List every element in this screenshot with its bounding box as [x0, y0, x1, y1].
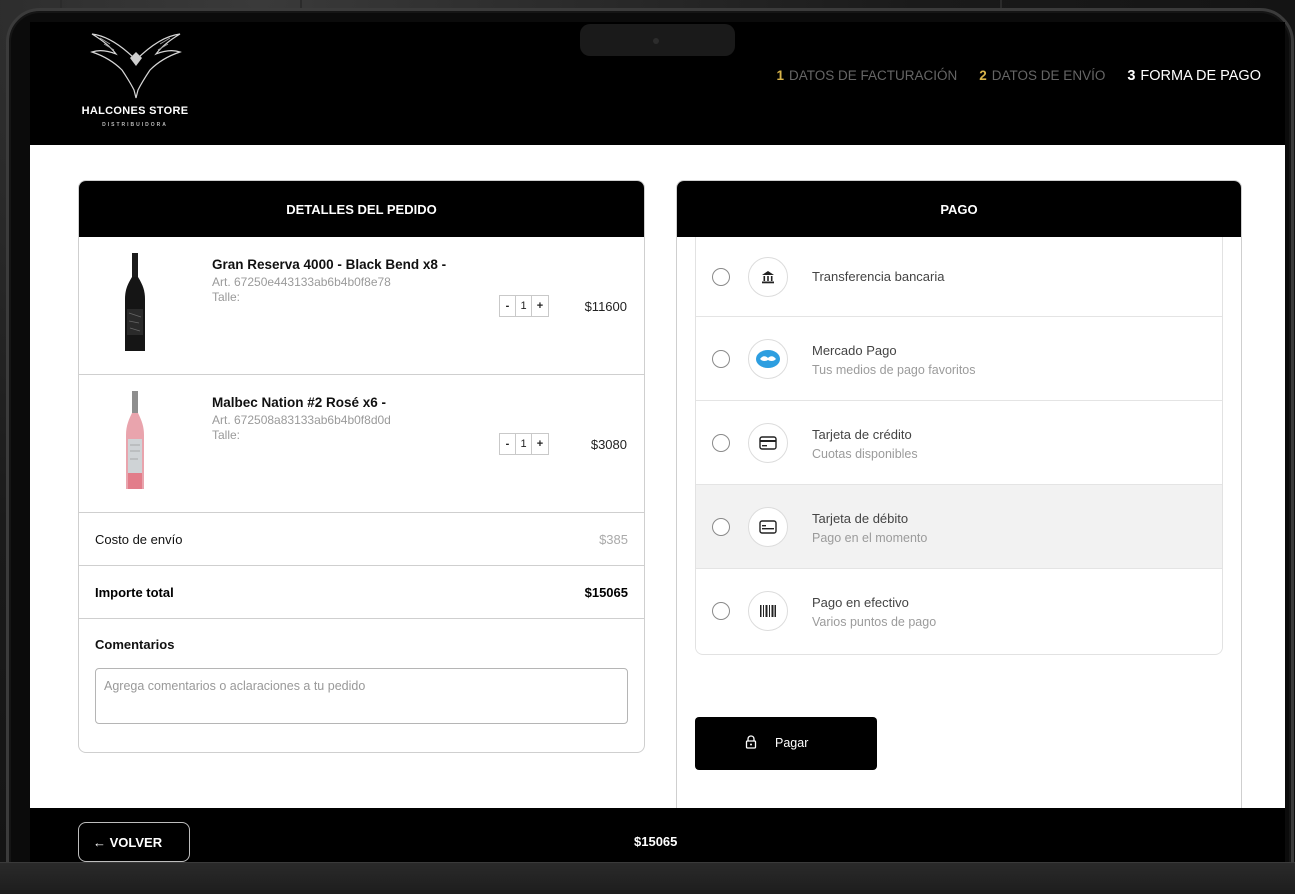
payment-method-subtitle: Tus medios de pago favoritos — [812, 363, 976, 377]
payment-method-mercado-pago[interactable]: Mercado Pago Tus medios de pago favorito… — [696, 317, 1222, 401]
rose-wine-bottle-image — [126, 391, 144, 489]
hawk-logo-icon — [90, 33, 182, 99]
bank-icon — [748, 256, 788, 297]
debit-card-icon — [748, 506, 788, 547]
payment-panel: PAGO Transferencia bancaria Mercado Pago… — [676, 180, 1242, 808]
camera-icon — [653, 38, 659, 44]
quantity-stepper: - 1 + — [499, 433, 549, 455]
laptop-bottom-bezel — [0, 862, 1295, 894]
quantity-value[interactable]: 1 — [516, 296, 532, 316]
step-label: DATOS DE FACTURACIÓN — [789, 68, 958, 83]
payment-method-title: Tarjeta de débito — [812, 511, 909, 526]
order-details-panel: DETALLES DEL PEDIDO Gran Reserva 4000 - … — [78, 180, 645, 753]
payment-method-debit-card[interactable]: Tarjeta de débito Pago en el momento — [696, 485, 1222, 569]
payment-method-cash[interactable]: Pago en efectivo Varios puntos de pago — [696, 569, 1222, 653]
footer-bar: ← VOLVER $15065 — [30, 808, 1285, 864]
item-sku: Art. 672508a83133ab6b4b0f8d0d — [212, 413, 391, 427]
back-button[interactable]: ← VOLVER — [78, 822, 190, 862]
item-sku: Art. 67250e443133ab6b4b0f8e78 — [212, 275, 391, 289]
payment-method-title: Mercado Pago — [812, 343, 897, 358]
radio-button[interactable] — [712, 517, 730, 536]
increase-quantity-button[interactable]: + — [532, 296, 548, 316]
decrease-quantity-button[interactable]: - — [500, 296, 516, 316]
item-name[interactable]: Gran Reserva 4000 - Black Bend x8 - — [212, 257, 446, 272]
order-details-title: DETALLES DEL PEDIDO — [79, 181, 644, 237]
decrease-quantity-button[interactable]: - — [500, 434, 516, 454]
item-name[interactable]: Malbec Nation #2 Rosé x6 - — [212, 395, 386, 410]
payment-method-subtitle: Varios puntos de pago — [812, 615, 937, 629]
brand-name: HALCONES STORE — [81, 105, 189, 117]
mercado-pago-icon — [748, 338, 788, 379]
pay-button-label: Pagar — [775, 736, 809, 750]
item-price: $11600 — [584, 299, 627, 314]
payment-title: PAGO — [677, 181, 1241, 237]
payment-methods-list: Transferencia bancaria Mercado Pago Tus … — [695, 237, 1223, 655]
total-value: $15065 — [584, 584, 628, 600]
step-shipping[interactable]: 2 DATOS DE ENVÍO — [979, 68, 1105, 84]
step-label: FORMA DE PAGO — [1140, 68, 1261, 84]
step-number: 1 — [776, 68, 784, 83]
step-billing[interactable]: 1 DATOS DE FACTURACIÓN — [776, 68, 957, 84]
brand-logo[interactable]: HALCONES STORE DISTRIBUIDORA — [70, 30, 200, 140]
shipping-cost-label: Costo de envío — [95, 531, 183, 547]
payment-method-bank-transfer[interactable]: Transferencia bancaria — [696, 237, 1222, 317]
increase-quantity-button[interactable]: + — [532, 434, 548, 454]
radio-button[interactable] — [712, 267, 730, 286]
payment-method-credit-card[interactable]: Tarjeta de crédito Cuotas disponibles — [696, 401, 1222, 485]
item-size: Talle: — [212, 428, 241, 442]
step-number: 3 — [1127, 68, 1136, 84]
radio-button[interactable] — [712, 433, 730, 452]
screen: HALCONES STORE DISTRIBUIDORA 1 DATOS DE … — [30, 22, 1285, 864]
step-number: 2 — [979, 68, 987, 83]
item-price: $3080 — [590, 437, 627, 452]
checkout-steps: 1 DATOS DE FACTURACIÓN 2 DATOS DE ENVÍO … — [776, 68, 1261, 84]
payment-method-title: Transferencia bancaria — [812, 269, 945, 284]
comments-textarea[interactable]: Agrega comentarios o aclaraciones a tu p… — [95, 668, 628, 724]
lock-icon — [745, 735, 757, 749]
shipping-cost-row: Costo de envío $385 — [79, 513, 644, 566]
quantity-value[interactable]: 1 — [516, 434, 532, 454]
main-content: DETALLES DEL PEDIDO Gran Reserva 4000 - … — [30, 145, 1285, 808]
payment-method-title: Pago en efectivo — [812, 595, 909, 610]
total-row: Importe total $15065 — [79, 566, 644, 619]
payment-method-title: Tarjeta de crédito — [812, 427, 912, 442]
total-label: Importe total — [95, 584, 174, 600]
shipping-cost-value: $385 — [599, 531, 628, 547]
credit-card-icon — [748, 422, 788, 463]
cart-item: Gran Reserva 4000 - Black Bend x8 - Art.… — [79, 237, 644, 375]
footer-total: $15065 — [634, 834, 678, 849]
radio-button[interactable] — [712, 602, 730, 620]
pay-button[interactable]: Pagar — [695, 717, 877, 770]
step-payment[interactable]: 3 FORMA DE PAGO — [1127, 68, 1261, 84]
payment-method-subtitle: Pago en el momento — [812, 531, 928, 545]
red-wine-bottle-image — [125, 253, 145, 351]
comments-label: Comentarios — [95, 637, 175, 652]
step-label: DATOS DE ENVÍO — [991, 68, 1106, 83]
brand-subtitle: DISTRIBUIDORA — [102, 122, 168, 128]
barcode-icon — [748, 591, 788, 631]
cart-item: Malbec Nation #2 Rosé x6 - Art. 672508a8… — [79, 375, 644, 513]
quantity-stepper: - 1 + — [499, 295, 549, 317]
item-size: Talle: — [212, 290, 241, 304]
payment-method-subtitle: Cuotas disponibles — [812, 447, 918, 461]
radio-button[interactable] — [712, 349, 730, 368]
